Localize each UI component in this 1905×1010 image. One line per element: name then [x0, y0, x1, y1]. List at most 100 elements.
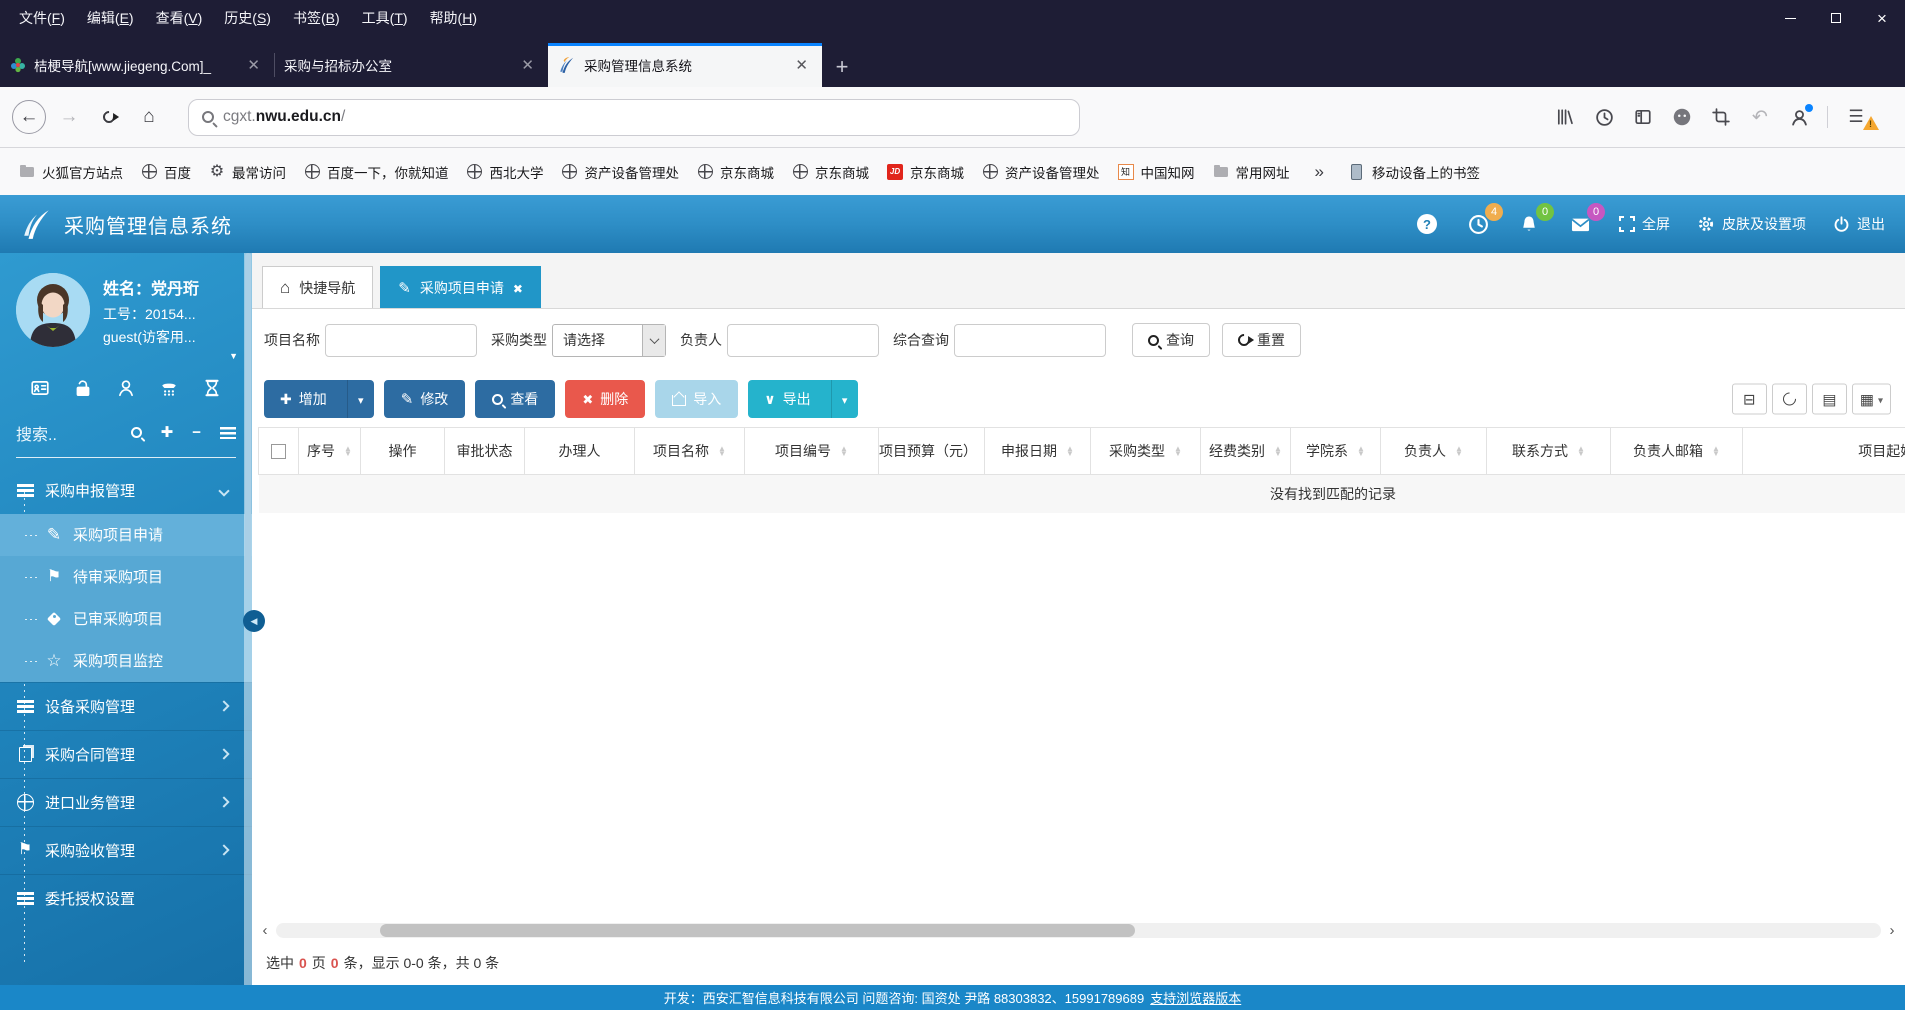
history-clock-icon[interactable]	[1593, 106, 1615, 128]
account-icon[interactable]	[1788, 106, 1810, 128]
sidebar-collapse-handle[interactable]: ◀	[243, 610, 265, 632]
menubar-item[interactable]: 查看(V)	[145, 5, 214, 31]
column-header[interactable]: 项目编号	[745, 428, 879, 475]
toggle-view-button[interactable]	[1812, 384, 1847, 415]
bookmark-item[interactable]: 京东商城	[878, 157, 973, 187]
reset-button[interactable]: 重置	[1222, 323, 1301, 357]
owner-input[interactable]	[727, 324, 879, 357]
collapse-all-icon[interactable]: −	[192, 425, 201, 440]
add-button[interactable]: 增加	[264, 380, 374, 418]
menubar-item[interactable]: 工具(T)	[351, 5, 419, 31]
sidebar-search[interactable]: 搜索.. ✚ −	[16, 421, 236, 458]
notifications-bell-icon[interactable]: 0	[1517, 212, 1541, 236]
column-header[interactable]: 联系方式	[1487, 428, 1611, 475]
import-button[interactable]: 导入	[655, 380, 738, 418]
column-header[interactable]: 办理人	[525, 428, 635, 475]
column-header[interactable]: 学院系	[1291, 428, 1381, 475]
column-header[interactable]: 申报日期	[985, 428, 1091, 475]
menu-group-item[interactable]: 设备采购管理	[0, 682, 252, 730]
help-icon[interactable]: ?	[1415, 212, 1439, 236]
home-button[interactable]: ⌂	[132, 100, 166, 134]
unlock-icon[interactable]	[73, 378, 93, 403]
sort-arrows-icon[interactable]	[1357, 447, 1365, 457]
mail-icon[interactable]: 0	[1568, 212, 1592, 236]
submenu-item[interactable]: 待审采购项目	[0, 556, 252, 598]
sort-arrows-icon[interactable]	[1174, 447, 1182, 457]
browser-tab-jiegeng[interactable]: 桔梗导航[www.jiegeng.Com]_ ✕	[0, 43, 274, 87]
scroll-left-icon[interactable]: ‹	[257, 923, 273, 938]
reload-button[interactable]	[92, 100, 126, 134]
edit-button[interactable]: 修改	[384, 380, 466, 418]
expand-all-icon[interactable]: ✚	[161, 425, 174, 440]
search-button[interactable]: 查询	[1132, 323, 1210, 357]
select-all-checkbox[interactable]	[271, 444, 286, 459]
hourglass-icon[interactable]	[202, 378, 222, 403]
column-header[interactable]: 负责人	[1381, 428, 1487, 475]
url-bar[interactable]: cgxt.nwu.edu.cn/	[188, 99, 1080, 136]
submenu-item[interactable]: 已审采购项目	[0, 598, 252, 640]
bookmark-item[interactable]: 百度一下，你就知道	[295, 157, 458, 187]
bookmark-item[interactable]: 京东商城	[783, 157, 878, 187]
sort-arrows-icon[interactable]	[1577, 447, 1585, 457]
menubar-item[interactable]: 书签(B)	[282, 5, 351, 31]
menu-group-procurement-declare[interactable]: 采购申报管理	[0, 468, 252, 514]
bookmarks-overflow-chevron[interactable]: »	[1299, 162, 1340, 182]
sidebars-icon[interactable]	[1632, 106, 1654, 128]
bookmark-item[interactable]: 资产设备管理处	[973, 157, 1109, 187]
mobile-bookmarks-item[interactable]: 移动设备上的书签	[1340, 157, 1489, 187]
column-header[interactable]: 负责人邮箱	[1611, 428, 1743, 475]
sort-arrows-icon[interactable]	[1455, 447, 1463, 457]
column-header[interactable]: 操作	[361, 428, 445, 475]
forward-button[interactable]: →	[52, 100, 86, 134]
sort-arrows-icon[interactable]	[840, 447, 848, 457]
project-name-input[interactable]	[325, 324, 477, 357]
browser-support-link[interactable]: 支持浏览器版本	[1150, 988, 1241, 1007]
column-header[interactable]: 经费类别	[1201, 428, 1291, 475]
column-header[interactable]: 项目预算（元）	[879, 428, 985, 475]
menu-hamburger-icon[interactable]	[1845, 106, 1867, 128]
undo-icon[interactable]	[1749, 106, 1771, 128]
columns-button[interactable]	[1852, 384, 1891, 415]
screenshot-icon[interactable]	[1710, 106, 1732, 128]
column-header[interactable]: 项目起始时间	[1743, 428, 1905, 475]
submenu-item[interactable]: 采购项目申请	[0, 514, 252, 556]
search-icon[interactable]	[131, 427, 142, 438]
sort-arrows-icon[interactable]	[344, 447, 352, 457]
back-button[interactable]: ←	[12, 100, 46, 134]
menubar-item[interactable]: 历史(S)	[213, 5, 282, 31]
toggle-search-button[interactable]	[1732, 384, 1767, 415]
library-icon[interactable]	[1554, 106, 1576, 128]
tab-quick-nav[interactable]: 快捷导航	[262, 266, 373, 308]
idcard-icon[interactable]	[30, 378, 50, 403]
bookmark-item[interactable]: 资产设备管理处	[553, 157, 689, 187]
user-card[interactable]: 姓名：党丹珩 工号：20154... guest(访客用... ▼	[0, 253, 252, 356]
bookmark-item[interactable]: 中国知网	[1109, 157, 1204, 187]
bookmark-item[interactable]: 西北大学	[458, 157, 553, 187]
menu-group-item[interactable]: 采购验收管理	[0, 826, 252, 874]
submenu-item[interactable]: 采购项目监控	[0, 640, 252, 682]
add-dropdown-caret[interactable]	[347, 380, 374, 418]
messenger-icon[interactable]	[1671, 106, 1693, 128]
skin-settings-button[interactable]: 皮肤及设置项	[1697, 214, 1806, 234]
history-icon[interactable]: 4	[1466, 212, 1490, 236]
select-all-cell[interactable]	[259, 428, 299, 475]
column-header[interactable]: 审批状态	[445, 428, 525, 475]
bookmark-item[interactable]: 火狐官方站点	[10, 157, 132, 187]
combined-query-input[interactable]	[954, 324, 1106, 357]
logout-button[interactable]: 退出	[1833, 214, 1885, 234]
menubar-item[interactable]: 文件(F)	[8, 5, 76, 31]
sort-arrows-icon[interactable]	[1274, 447, 1282, 457]
delete-button[interactable]: 删除	[565, 380, 645, 418]
column-header[interactable]: 序号	[299, 428, 361, 475]
browser-tab-cgxt-active[interactable]: 采购管理信息系统 ✕	[548, 43, 822, 87]
tab-project-apply-active[interactable]: 采购项目申请	[380, 266, 541, 308]
menu-group-item[interactable]: 委托授权设置	[0, 874, 252, 922]
close-button[interactable]: ×	[1859, 0, 1905, 36]
sort-arrows-icon[interactable]	[1712, 447, 1720, 457]
purchase-type-select[interactable]: 请选择	[552, 324, 666, 357]
maximize-button[interactable]	[1813, 0, 1859, 36]
menu-group-item[interactable]: 进口业务管理	[0, 778, 252, 826]
export-button[interactable]: 导出	[748, 380, 857, 418]
phone-icon[interactable]	[159, 378, 179, 403]
menubar-item[interactable]: 编辑(E)	[76, 5, 145, 31]
